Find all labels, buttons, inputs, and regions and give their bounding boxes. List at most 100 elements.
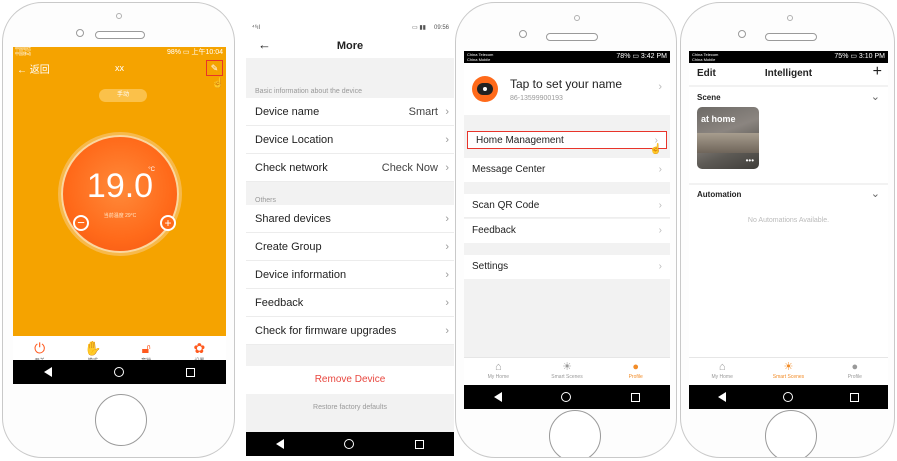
home-button[interactable] (765, 410, 817, 457)
earpiece-speaker (765, 33, 817, 41)
increase-button[interactable]: + (160, 215, 176, 231)
decrease-button[interactable]: − (73, 215, 89, 231)
home-nav-icon[interactable] (114, 367, 124, 377)
scene-image (697, 133, 759, 153)
device-name-row[interactable]: Device name Smart › (246, 98, 454, 126)
home-icon: ⌂ (495, 361, 502, 373)
home-nav-icon[interactable] (561, 392, 572, 402)
menu-scan-qr[interactable]: Scan QR Code › (464, 194, 670, 218)
phone-frame-thermostat: 中国电信 中国移动 98% ▭ 上午10:04 ← 返回 xx ✎ ☝ 手动 1… (2, 2, 235, 458)
device-location-label: Device Location (255, 134, 334, 146)
restore-defaults-button[interactable]: Restore factory defaults (246, 396, 454, 420)
profile-icon: ● (632, 361, 639, 373)
profile-icon: ● (851, 361, 859, 373)
back-nav-icon[interactable] (276, 439, 285, 449)
back-nav-icon[interactable] (717, 392, 726, 402)
home-button[interactable] (549, 410, 601, 457)
tab-label: Smart Scenes (772, 374, 805, 380)
home-button[interactable] (95, 394, 147, 446)
recents-nav-icon[interactable] (850, 392, 860, 402)
menu-label: Settings (472, 261, 509, 272)
control-mode[interactable]: ✋模式 (66, 336, 119, 364)
phone-frame-profile: China Telecom China Mobile 78% ▭ 3:42 PM… (455, 2, 677, 458)
proximity-sensor (574, 15, 580, 21)
phone-number: 86-13599900193 (510, 95, 563, 102)
chevron-right-icon: › (658, 164, 662, 175)
tab-profile[interactable]: ● Profile (822, 358, 888, 385)
automation-section: Automation ⌄ No Automations Available. (689, 185, 888, 385)
phone-frame-intelligent: China Telecom China Mobile 75% ▭ 3:10 PM… (680, 2, 895, 458)
avatar (472, 76, 498, 102)
gear-icon: ✿ (193, 340, 206, 356)
list-item[interactable]: Create Group › (246, 233, 454, 261)
tab-my-home[interactable]: ⌂ My Home (689, 358, 755, 385)
device-name-value: Smart (408, 106, 438, 118)
system-nav-bar (689, 385, 888, 409)
chevron-right-icon: › (445, 134, 449, 146)
status-bar: 中国电信 中国移动 98% ▭ 上午10:04 (13, 47, 226, 59)
profile-header[interactable]: Tap to set your name 86-13599900193 › (464, 63, 670, 115)
profile-screen: China Telecom China Mobile 78% ▭ 3:42 PM… (464, 51, 670, 409)
check-network-row[interactable]: Check network Check Now › (246, 154, 454, 182)
list-item[interactable]: Feedback › (246, 289, 454, 317)
minus-icon: − (77, 215, 85, 230)
scene-card-label: at home (701, 114, 736, 124)
list-item[interactable]: Device information › (246, 261, 454, 289)
edit-button[interactable]: ✎ (206, 60, 223, 76)
list-item[interactable]: Shared devices › (246, 205, 454, 233)
chevron-down-icon[interactable]: ⌄ (871, 187, 880, 200)
recents-nav-icon[interactable] (414, 439, 424, 449)
back-nav-icon[interactable] (44, 367, 52, 377)
chevron-right-icon: › (445, 162, 449, 174)
intelligent-screen: China Telecom China Mobile 75% ▭ 3:10 PM… (689, 51, 888, 409)
list-item-label: Create Group (255, 241, 322, 253)
tab-label: Profile (847, 374, 862, 380)
menu-feedback[interactable]: Feedback › (464, 219, 670, 243)
status-bar: China Telecom China Mobile 75% ▭ 3:10 PM (689, 51, 888, 63)
recents-nav-icon[interactable] (631, 392, 641, 402)
menu-label: Message Center (472, 164, 546, 175)
home-nav-icon[interactable] (782, 392, 793, 402)
chevron-right-icon: › (658, 81, 662, 93)
chevron-right-icon: › (445, 297, 449, 309)
tab-label: Smart Scenes (551, 374, 583, 380)
menu-label: Home Management (476, 135, 564, 146)
pencil-icon: ✎ (210, 63, 219, 73)
scene-label: Scene (697, 93, 721, 102)
tab-smart-scenes[interactable]: ☀ Smart Scenes (533, 358, 602, 385)
scene-section: Scene ⌄ at home ••• (689, 87, 888, 183)
temperature-dial[interactable]: 19.0 °C 当前温度 29°C (61, 135, 179, 253)
chevron-right-icon: › (445, 241, 449, 253)
chevron-right-icon: › (658, 200, 662, 211)
temperature-unit: °C (148, 167, 155, 173)
more-icon[interactable]: ••• (746, 156, 754, 165)
home-nav-icon[interactable] (344, 439, 355, 449)
plus-icon: + (164, 216, 172, 230)
back-nav-icon[interactable] (493, 392, 502, 402)
scene-card[interactable]: at home ••• (697, 107, 759, 169)
device-location-row[interactable]: Device Location › (246, 126, 454, 154)
list-item[interactable]: Check for firmware upgrades › (246, 317, 454, 345)
system-nav-bar (13, 360, 226, 384)
chevron-right-icon: › (658, 261, 662, 272)
menu-settings[interactable]: Settings › (464, 255, 670, 279)
tab-my-home[interactable]: ⌂ My Home (464, 358, 533, 385)
control-settings[interactable]: ✿设置 (173, 336, 226, 364)
remove-device-button[interactable]: Remove Device (246, 366, 454, 394)
section-basic-info: Basic information about the device (255, 88, 363, 95)
control-lock[interactable]: 🔓︎童锁 (120, 336, 173, 364)
tab-profile[interactable]: ● Profile (601, 358, 670, 385)
header: ← More (246, 34, 454, 58)
control-power[interactable]: ⏻开关 (13, 336, 66, 364)
sun-icon: ☀ (783, 361, 794, 373)
chevron-down-icon[interactable]: ⌄ (871, 90, 880, 103)
recents-nav-icon[interactable] (186, 367, 195, 377)
page-title: Intelligent (764, 68, 813, 79)
tab-smart-scenes[interactable]: ☀ Smart Scenes (755, 358, 821, 385)
add-button[interactable]: + (873, 63, 882, 81)
empty-state-text: No Automations Available. (747, 217, 830, 224)
menu-message-center[interactable]: Message Center › (464, 158, 670, 182)
menu-home-management[interactable]: Home Management › (467, 131, 667, 149)
automation-label: Automation (697, 190, 742, 199)
eye-icon (483, 87, 487, 91)
